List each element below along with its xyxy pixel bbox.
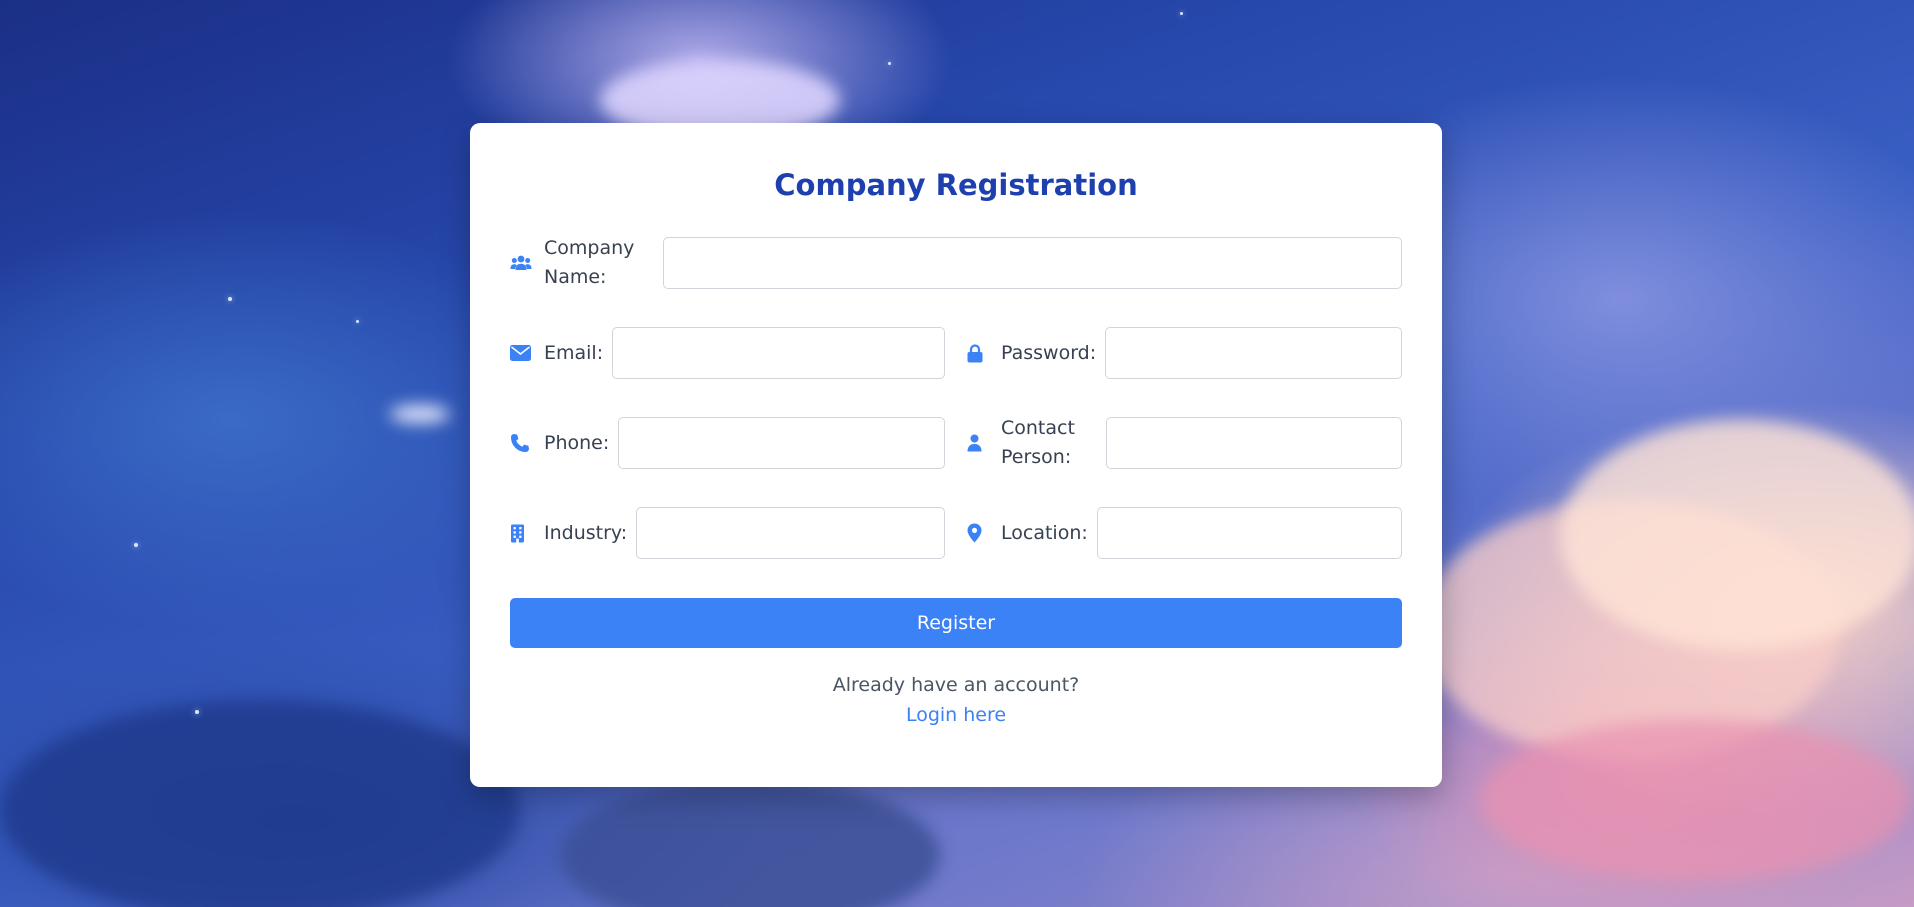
star xyxy=(134,543,138,547)
registration-card: Company Registration Company Name: Email… xyxy=(470,123,1442,787)
company-name-row: Company Name: xyxy=(510,237,1402,289)
page-title: Company Registration xyxy=(774,168,1138,202)
industry-field: Industry: xyxy=(510,507,945,559)
envelope-icon xyxy=(510,341,534,365)
cloud xyxy=(1560,420,1914,650)
password-input[interactable] xyxy=(1105,327,1402,379)
email-field: Email: xyxy=(510,327,945,379)
map-marker-icon xyxy=(967,521,991,545)
location-field: Location: xyxy=(967,507,1402,559)
cloud xyxy=(0,700,520,907)
star xyxy=(888,62,891,65)
cloud xyxy=(1480,720,1910,880)
star xyxy=(1180,12,1183,15)
cloud xyxy=(560,780,940,907)
contact-person-label: Contact Person: xyxy=(1001,417,1075,468)
phone-label: Phone: xyxy=(544,431,610,454)
password-label: Password: xyxy=(1001,341,1097,364)
contact-person-field: Contact Person: xyxy=(967,417,1402,469)
contact-person-input[interactable] xyxy=(1106,417,1402,469)
building-icon xyxy=(510,521,534,545)
lock-icon xyxy=(967,341,991,365)
company-name-label: Company Name: xyxy=(544,237,635,288)
location-label: Location: xyxy=(1001,521,1088,544)
email-input[interactable] xyxy=(612,327,945,379)
cloud xyxy=(390,405,450,423)
location-input[interactable] xyxy=(1096,507,1402,559)
company-name-input[interactable] xyxy=(663,237,1402,289)
star xyxy=(228,297,232,301)
user-icon xyxy=(967,431,991,455)
industry-location-row: Industry: Location: xyxy=(510,507,1402,559)
phone-icon xyxy=(510,431,534,455)
login-link[interactable]: Login here xyxy=(510,700,1402,730)
industry-input[interactable] xyxy=(636,507,945,559)
password-field: Password: xyxy=(967,327,1402,379)
phone-input[interactable] xyxy=(618,417,945,469)
register-button[interactable]: Register xyxy=(510,598,1402,648)
email-label: Email: xyxy=(544,341,604,364)
star xyxy=(356,320,359,323)
users-icon xyxy=(510,251,534,275)
phone-contact-row: Phone: Contact Person: xyxy=(510,417,1402,469)
login-prompt-text: Already have an account? xyxy=(832,674,1080,696)
login-prompt-block: Already have an account? Login here xyxy=(510,670,1402,730)
company-name-field: Company Name: xyxy=(510,237,1402,289)
email-password-row: Email: Password: xyxy=(510,327,1402,379)
industry-label: Industry: xyxy=(544,521,628,544)
phone-field: Phone: xyxy=(510,417,945,469)
star xyxy=(195,710,199,714)
